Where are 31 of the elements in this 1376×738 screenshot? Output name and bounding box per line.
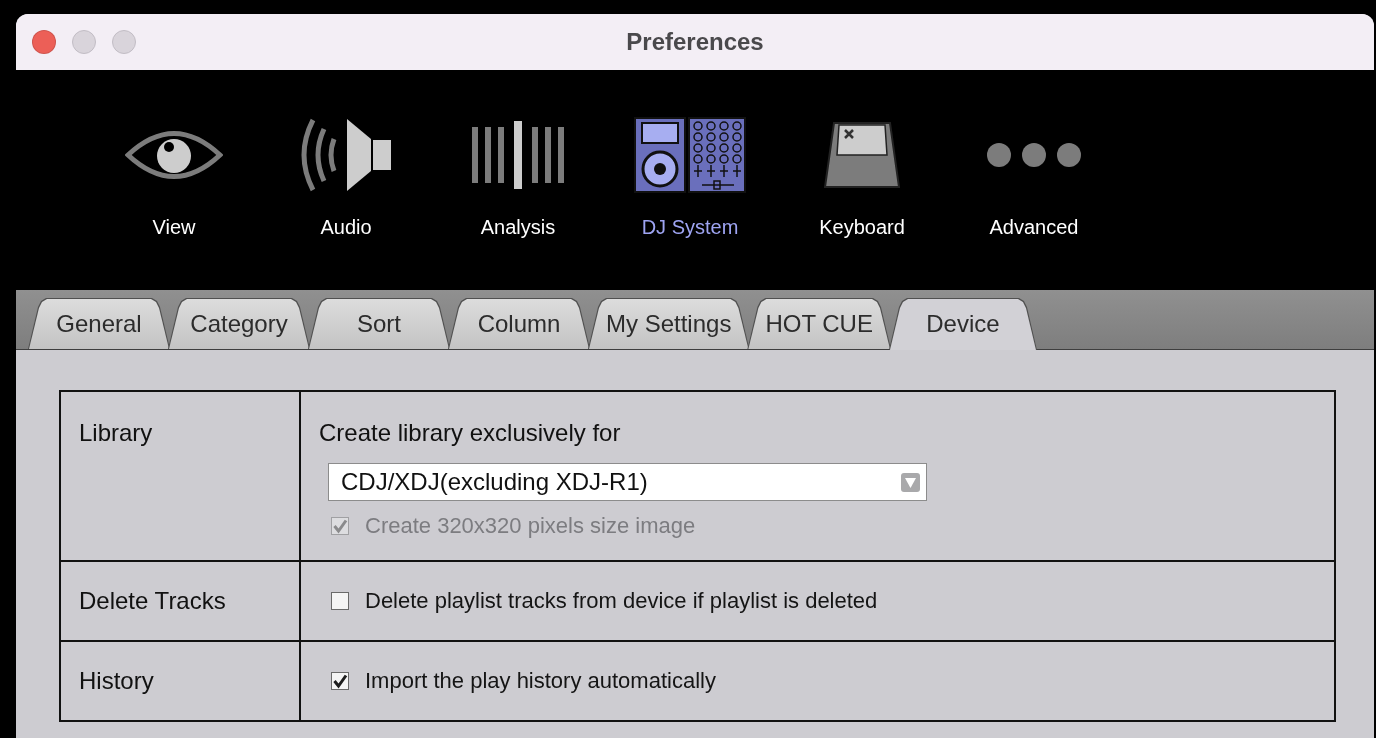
setting-label: History <box>79 666 154 696</box>
toolbar-button[interactable]: Keyboard <box>819 115 905 239</box>
tab[interactable]: HOT CUE <box>747 298 891 349</box>
setting-label: Delete Tracks <box>79 586 226 616</box>
tab[interactable]: Device <box>888 298 1037 350</box>
dots-icon <box>986 142 1082 168</box>
dropdown[interactable]: CDJ/XDJ(excluding XDJ-R1) <box>328 463 927 501</box>
setting-label: Library <box>79 419 153 446</box>
tab[interactable]: Sort <box>308 298 450 349</box>
checkbox-label: Delete playlist tracks from device if playlist is deleted <box>365 588 878 614</box>
close-button[interactable] <box>32 30 56 54</box>
tab[interactable]: General <box>28 298 170 349</box>
window-title: Preferences <box>626 28 764 56</box>
caret-icon <box>901 472 920 492</box>
toolbar-button[interactable]: DJ System <box>634 115 746 239</box>
speaker-icon <box>299 117 393 193</box>
checkbox[interactable] <box>331 672 349 690</box>
checkbox-label: Create 320x320 pixels size image <box>365 513 696 539</box>
mixer-icon <box>634 117 746 193</box>
toolbar-button[interactable]: View <box>125 115 223 239</box>
tab[interactable]: My Settings <box>588 298 750 349</box>
toolbar-button[interactable]: Advanced <box>986 115 1082 239</box>
checkbox-label: Import the play history automatically <box>365 668 716 694</box>
toolbar-button[interactable]: Audio <box>299 115 393 239</box>
tab[interactable]: Column <box>448 298 590 349</box>
tab[interactable]: Category <box>168 298 310 349</box>
setting-heading: Create library exclusively for <box>319 418 622 448</box>
bars-icon <box>472 121 564 189</box>
key-icon <box>824 121 900 189</box>
toolbar-button[interactable]: Analysis <box>472 115 564 239</box>
checkbox[interactable] <box>331 592 349 610</box>
